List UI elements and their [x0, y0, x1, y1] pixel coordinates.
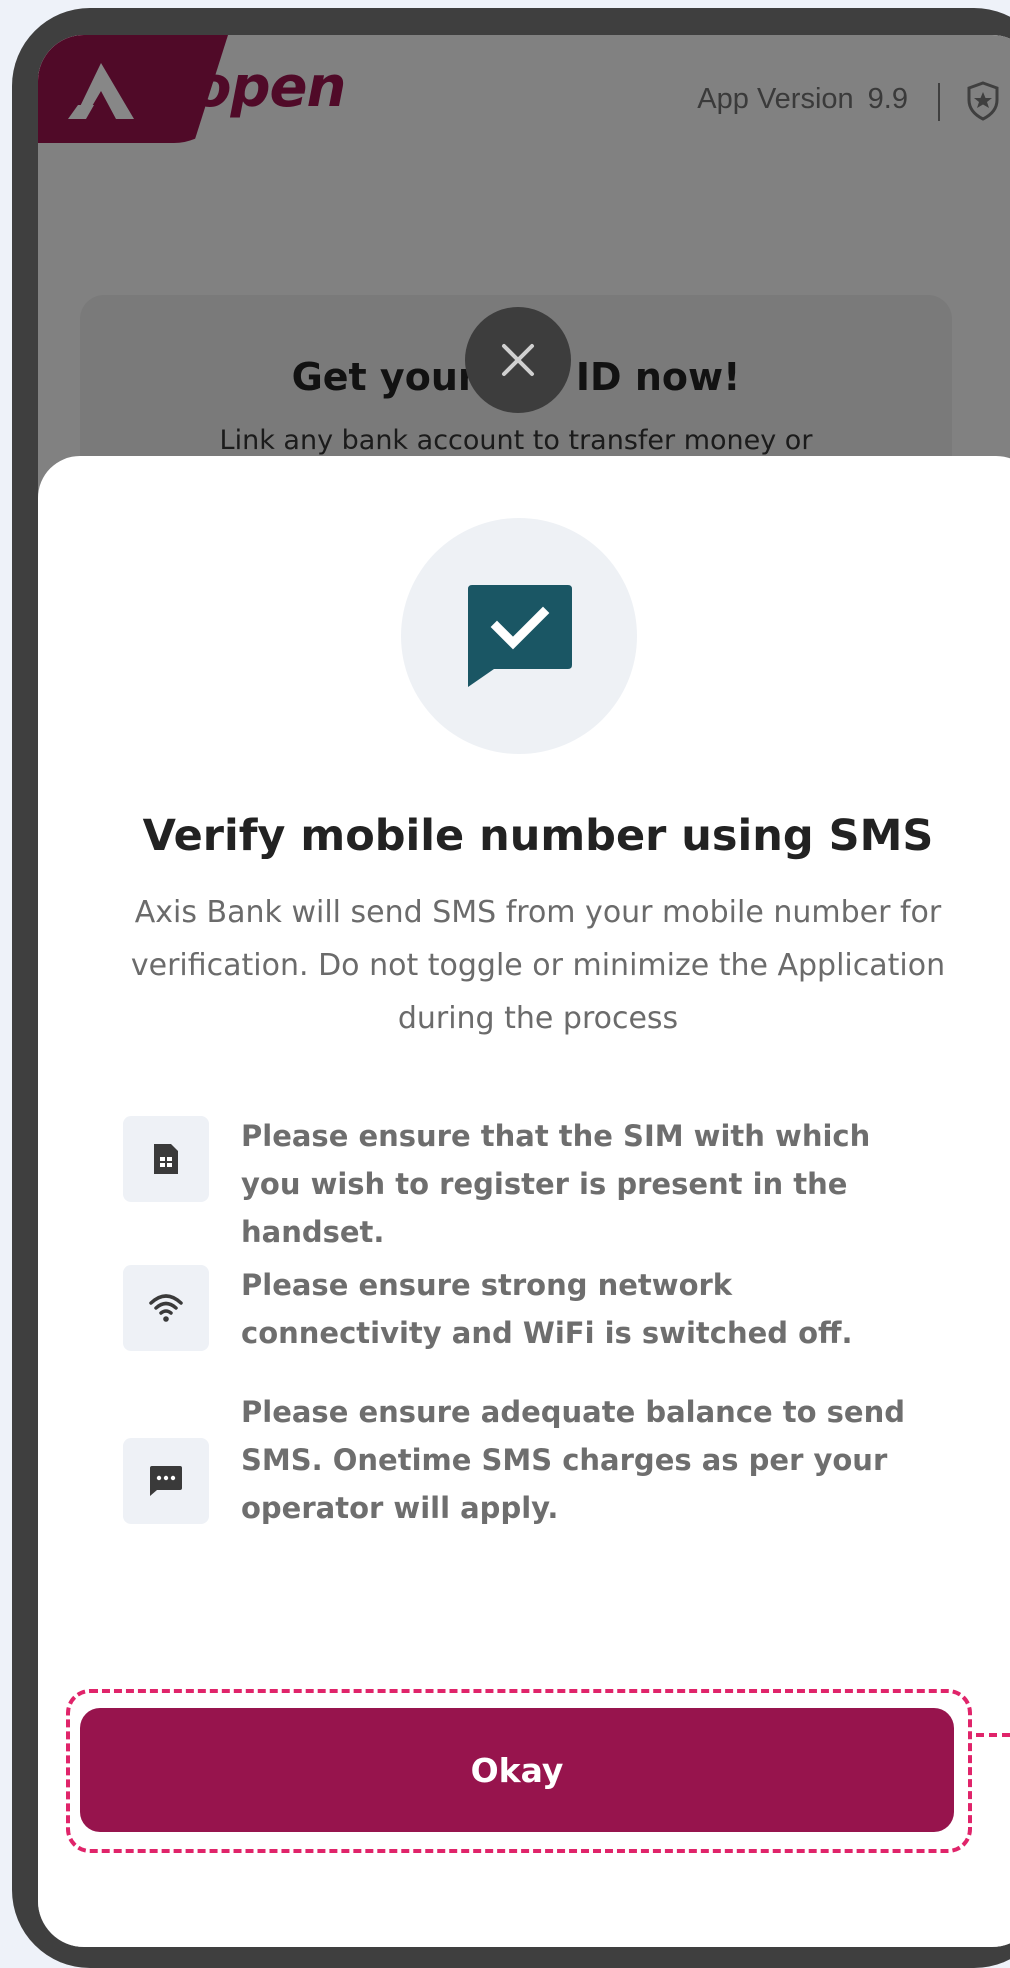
verified-message-icon — [468, 585, 572, 687]
list-item-text: Please ensure adequate balance to send S… — [241, 1395, 905, 1525]
app-screen: open App Version9.9 Get your UPI ID now!… — [38, 35, 1010, 1947]
list-item-text: Please ensure that the SIM with which yo… — [241, 1119, 871, 1249]
sms-icon — [123, 1438, 209, 1524]
sheet-title: Verify mobile number using SMS — [142, 811, 934, 861]
wifi-icon — [123, 1265, 209, 1351]
verify-sms-sheet: Verify mobile number using SMS Axis Bank… — [38, 456, 1010, 1947]
sms-verified-illustration — [401, 518, 637, 754]
close-button[interactable] — [465, 307, 571, 413]
okay-button[interactable]: Okay — [80, 1708, 954, 1832]
focus-connector-line — [976, 1733, 1010, 1737]
list-item-text: Please ensure strong network connectivit… — [241, 1268, 853, 1350]
sheet-description: Axis Bank will send SMS from your mobile… — [130, 895, 946, 1036]
close-icon — [502, 344, 534, 376]
sim-card-icon — [123, 1116, 209, 1202]
